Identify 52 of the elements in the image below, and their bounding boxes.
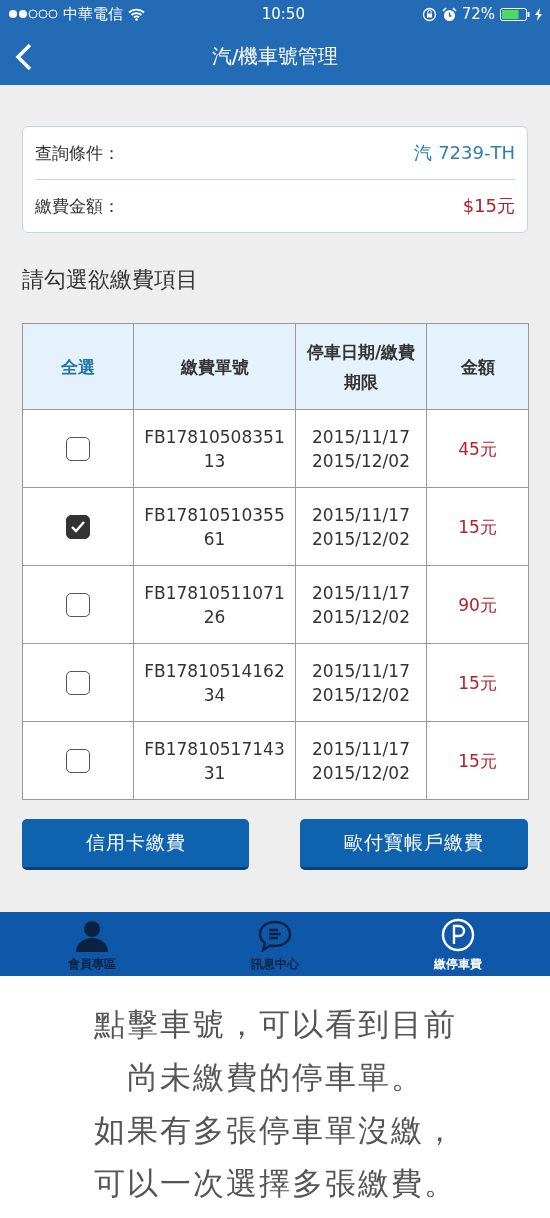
checkbox[interactable] — [66, 437, 90, 461]
carrier-name: 中華電信 — [63, 4, 123, 24]
table-cell: FB1781051035561 — [133, 487, 296, 566]
table-cell: 90元 — [426, 565, 529, 644]
parking-date: 2015/11/17 — [311, 503, 411, 527]
wifi-icon — [128, 7, 145, 21]
table-cell: 15元 — [426, 487, 529, 566]
column-header: 金額 — [426, 323, 529, 410]
column-header: 繳費單號 — [133, 323, 296, 410]
tab-item[interactable]: 繳停車費 — [366, 912, 550, 976]
person-icon — [74, 920, 109, 952]
deadline-date: 2015/12/02 — [311, 449, 411, 473]
select-all-header[interactable]: 全選 — [22, 323, 134, 410]
checkbox[interactable] — [66, 671, 90, 695]
table-cell: 45元 — [426, 409, 529, 488]
field-label: 查詢條件： — [35, 141, 120, 165]
chat-bubble-icon — [258, 920, 292, 952]
deadline-date: 2015/12/02 — [311, 527, 411, 551]
deadline-date: 2015/12/02 — [311, 761, 411, 785]
alarm-icon — [441, 6, 457, 22]
table-cell: 15元 — [426, 721, 529, 800]
rotation-lock-icon — [421, 6, 437, 22]
battery-icon — [500, 7, 530, 21]
credit-card-pay-button[interactable]: 信用卡繳費 — [22, 819, 249, 870]
clock-time: 10:50 — [261, 5, 305, 23]
parking-date: 2015/11/17 — [311, 659, 411, 683]
charging-icon — [535, 7, 542, 21]
section-title: 請勾選欲繳費項目 — [22, 266, 199, 294]
column-header: 停車日期/繳費期限 — [295, 323, 427, 410]
signal-icon — [8, 9, 58, 19]
table-cell: FB1781050835113 — [133, 409, 296, 488]
parking-date: 2015/11/17 — [311, 425, 411, 449]
checkmark-icon — [70, 520, 86, 534]
table-cell: FB1781051107126 — [133, 565, 296, 644]
checkbox[interactable] — [66, 593, 90, 617]
plate-number: 汽 7239-TH — [414, 141, 515, 165]
table-cell: FB1781051416234 — [133, 643, 296, 722]
battery-percent: 72% — [461, 5, 495, 23]
amount-value: $15元 — [462, 194, 515, 218]
field-label: 繳費金額： — [35, 194, 120, 218]
checkbox[interactable] — [66, 515, 90, 539]
parking-date: 2015/11/17 — [311, 581, 411, 605]
account-pay-button[interactable]: 歐付寶帳戶繳費 — [300, 819, 528, 870]
parking-date: 2015/11/17 — [311, 737, 411, 761]
caption-text: 點擊車號，可以看到目前 尚未繳費的停車單。 如果有多張停車單沒繳， 可以一次選擇多張繳費。 — [92, 1005, 458, 1203]
page-title: 汽/機車號管理 — [211, 43, 339, 70]
deadline-date: 2015/12/02 — [311, 683, 411, 707]
parking-icon — [441, 918, 476, 952]
table-cell: 15元 — [426, 643, 529, 722]
table-cell: FB1781051714331 — [133, 721, 296, 800]
checkbox[interactable] — [66, 749, 90, 773]
deadline-date: 2015/12/02 — [311, 605, 411, 629]
